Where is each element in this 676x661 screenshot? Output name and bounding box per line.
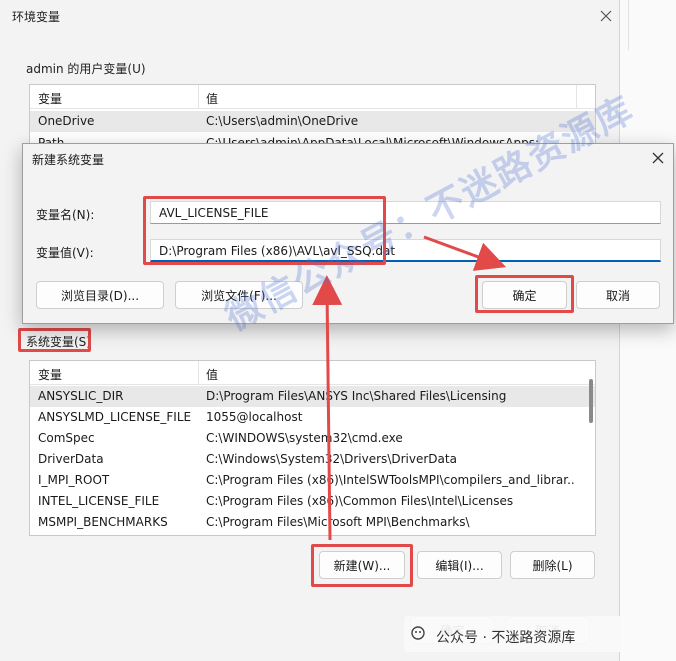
arrow-to-ok bbox=[423, 235, 507, 271]
wechat-icon bbox=[411, 626, 425, 640]
annotation-arrows bbox=[312, 235, 507, 541]
footer-text: 公众号 · 不迷路资源库 bbox=[436, 630, 576, 646]
arrow-up bbox=[312, 275, 343, 541]
